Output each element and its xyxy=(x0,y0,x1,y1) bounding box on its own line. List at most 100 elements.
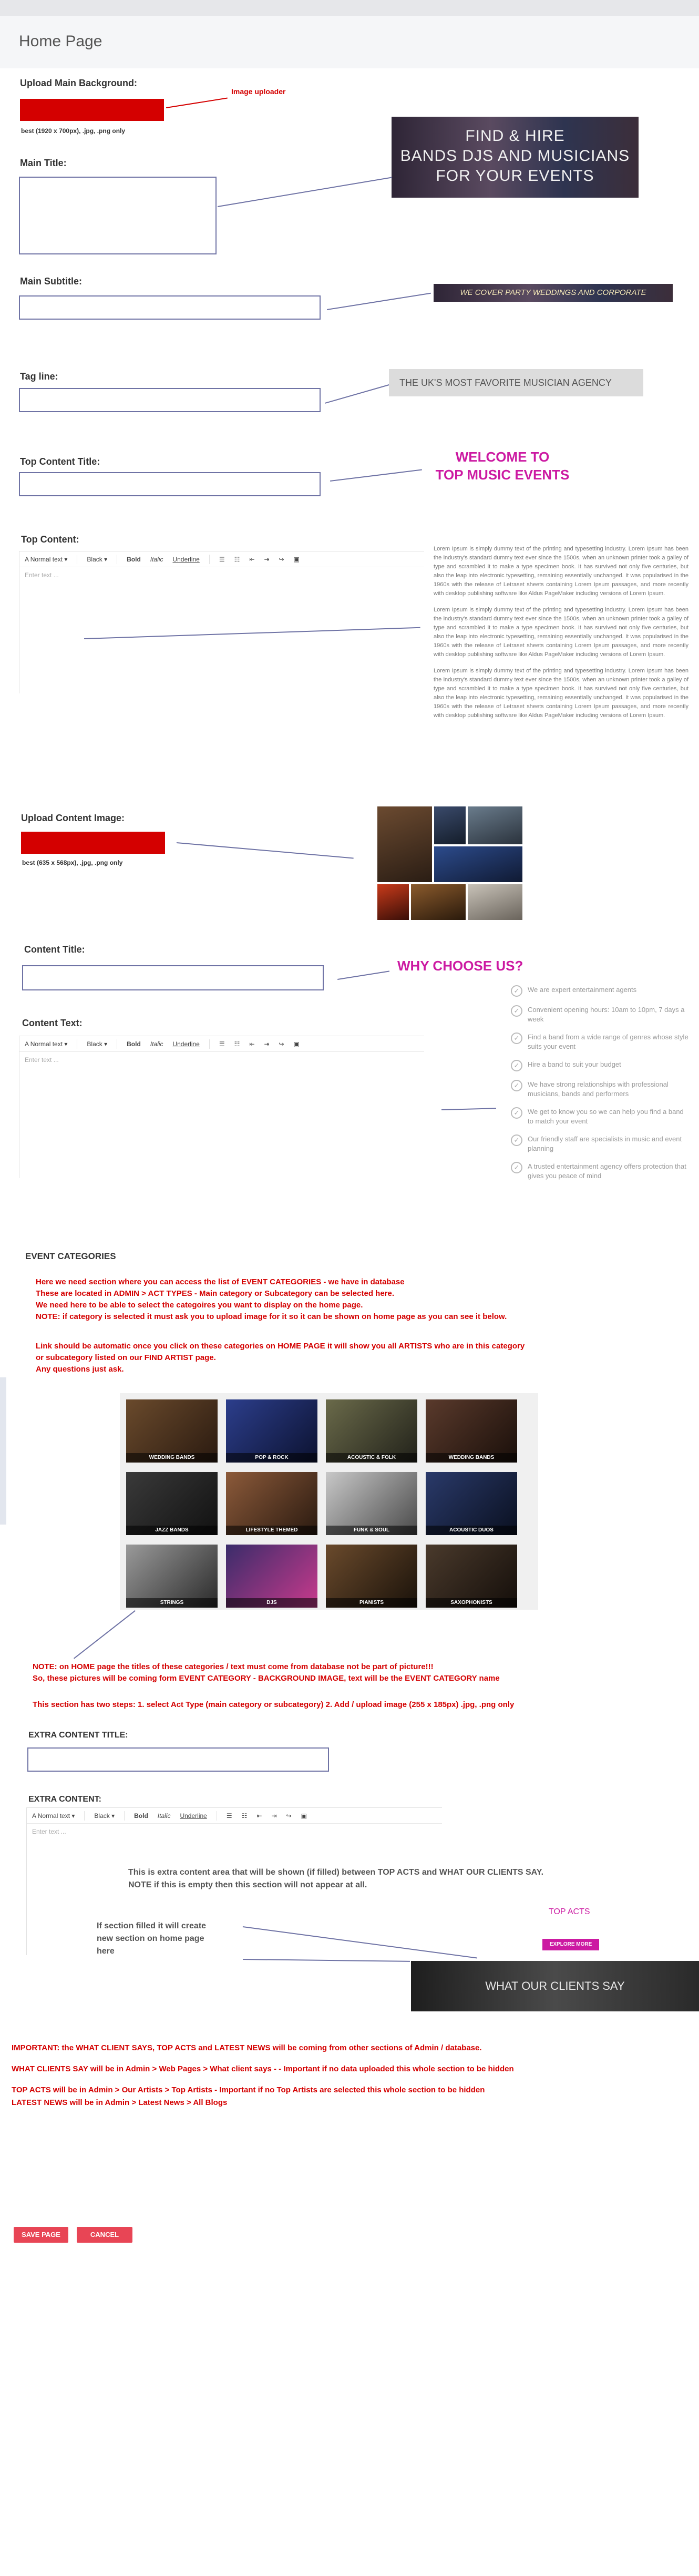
connector-line xyxy=(337,970,390,980)
note-line: IMPORTANT: the WHAT CLIENT SAYS, TOP ACT… xyxy=(12,2043,482,2052)
category-tile[interactable]: LIFESTYLE THEMED xyxy=(226,1472,317,1535)
underline-button[interactable]: Underline xyxy=(172,556,199,563)
connector-line xyxy=(218,177,392,207)
category-tile[interactable]: FUNK & SOUL xyxy=(326,1472,417,1535)
lorem-paragraph: Lorem Ipsum is simply dummy text of the … xyxy=(434,546,688,597)
link-icon[interactable]: ↪ xyxy=(286,1812,292,1819)
outdent-icon[interactable]: ⇤ xyxy=(249,556,254,563)
font-size-icon: A xyxy=(25,555,29,563)
main-subtitle-input[interactable] xyxy=(19,295,321,320)
connector-line xyxy=(242,1959,410,1962)
top-acts-preview: TOP ACTS xyxy=(549,1907,590,1916)
category-tile[interactable]: WEDDING BANDS xyxy=(126,1399,218,1463)
outdent-icon[interactable]: ⇤ xyxy=(256,1812,262,1819)
extra-content-label: EXTRA CONTENT: xyxy=(28,1795,101,1804)
link-icon[interactable]: ↪ xyxy=(279,1040,284,1048)
color-dropdown[interactable]: Black ▾ xyxy=(94,1812,115,1819)
note-line: We need here to be able to select the ca… xyxy=(36,1301,363,1310)
main-title-input[interactable] xyxy=(19,177,217,254)
bullet-list-icon[interactable]: ☰ xyxy=(227,1812,232,1819)
category-tile-label: POP & ROCK xyxy=(226,1453,317,1463)
check-icon: ✓ xyxy=(511,1005,522,1017)
bold-button[interactable]: Bold xyxy=(127,556,141,563)
check-icon: ✓ xyxy=(511,1080,522,1091)
color-dropdown[interactable]: Black ▾ xyxy=(87,556,107,563)
bold-button[interactable]: Bold xyxy=(134,1812,148,1819)
image-uploader-annotation: Image uploader xyxy=(231,87,286,96)
font-size-icon: A xyxy=(32,1812,36,1819)
category-tile[interactable]: ACOUSTIC & FOLK xyxy=(326,1399,417,1463)
content-text-label: Content Text: xyxy=(22,1018,83,1028)
category-tile[interactable]: POP & ROCK xyxy=(226,1399,317,1463)
underline-button[interactable]: Underline xyxy=(180,1812,207,1819)
image-icon[interactable]: ▣ xyxy=(294,556,300,563)
collage-photo xyxy=(434,806,466,844)
annotation-line xyxy=(166,97,228,108)
content-text-editor[interactable]: A Normal text ▾ Black ▾ Bold Italic Unde… xyxy=(19,1036,424,1178)
save-page-button[interactable]: SAVE PAGE xyxy=(14,2227,68,2243)
font-size-dropdown[interactable]: A Normal text ▾ xyxy=(32,1812,75,1819)
bold-button[interactable]: Bold xyxy=(127,1040,141,1048)
cancel-button[interactable]: CANCEL xyxy=(77,2227,132,2243)
numbered-list-icon[interactable]: ☷ xyxy=(242,1812,248,1819)
event-categories-link-notes: Link should be automatic once you click … xyxy=(36,1341,525,1375)
editor-toolbar: A Normal text ▾ Black ▾ Bold Italic Unde… xyxy=(19,551,424,567)
numbered-list-icon[interactable]: ☷ xyxy=(234,556,240,563)
category-tile[interactable]: JAZZ BANDS xyxy=(126,1472,218,1535)
explore-more-button[interactable]: EXPLORE MORE xyxy=(542,1939,599,1950)
content-image-collage xyxy=(377,806,525,922)
category-tile-label: DJS xyxy=(226,1598,317,1608)
link-icon[interactable]: ↪ xyxy=(279,556,284,563)
font-size-dropdown[interactable]: A Normal text ▾ xyxy=(25,1040,67,1048)
bullet-list-icon[interactable]: ☰ xyxy=(219,556,225,563)
italic-button[interactable]: Italic xyxy=(150,1040,163,1048)
bullet-list-icon[interactable]: ☰ xyxy=(219,1040,225,1048)
tag-line-input[interactable] xyxy=(19,388,321,412)
underline-button[interactable]: Underline xyxy=(172,1040,199,1048)
image-icon[interactable]: ▣ xyxy=(301,1812,307,1819)
indent-icon[interactable]: ⇥ xyxy=(264,556,269,563)
numbered-list-icon[interactable]: ☷ xyxy=(234,1040,240,1048)
extra-content-placeholder: Enter text ... xyxy=(32,1828,66,1835)
image-icon[interactable]: ▣ xyxy=(294,1040,300,1048)
top-content-title-preview: WELCOME TO TOP MUSIC EVENTS xyxy=(435,449,570,483)
note-line: NOTE: if category is selected it must as… xyxy=(36,1312,507,1321)
font-size-dropdown[interactable]: A Normal text ▾ xyxy=(25,556,67,563)
italic-button[interactable]: Italic xyxy=(158,1812,171,1819)
important-notes: IMPORTANT: the WHAT CLIENT SAYS, TOP ACT… xyxy=(12,2042,514,2109)
indent-icon[interactable]: ⇥ xyxy=(264,1040,269,1048)
italic-button[interactable]: Italic xyxy=(150,556,163,563)
indent-icon[interactable]: ⇥ xyxy=(271,1812,276,1819)
upload-background-label: Upload Main Background: xyxy=(20,78,138,88)
checklist-item: ✓ Convenient opening hours: 10am to 10pm,… xyxy=(511,1005,690,1024)
connector-line xyxy=(74,1610,136,1659)
top-content-title-input[interactable] xyxy=(19,472,321,496)
note-line: So, these pictures will be coming form E… xyxy=(33,1674,500,1683)
category-tile[interactable]: DJS xyxy=(226,1545,317,1608)
extra-content-title-input[interactable] xyxy=(27,1747,329,1772)
category-tile[interactable]: PIANISTS xyxy=(326,1545,417,1608)
content-title-input[interactable] xyxy=(22,965,324,990)
background-preview-image: FIND & HIRE BANDS DJS AND MUSICIANS FOR … xyxy=(392,117,639,198)
check-icon: ✓ xyxy=(511,1060,522,1071)
category-tile[interactable]: SAXOPHONISTS xyxy=(426,1545,517,1608)
category-tile[interactable]: WEDDING BANDS xyxy=(426,1399,517,1463)
connector-line xyxy=(176,842,354,859)
category-tile[interactable]: ACOUSTIC DUOS xyxy=(426,1472,517,1535)
collage-photo xyxy=(377,884,409,920)
color-dropdown[interactable]: Black ▾ xyxy=(87,1040,107,1048)
clients-say-banner: WHAT OUR CLIENTS SAY xyxy=(411,1961,699,2011)
category-tile-label: LIFESTYLE THEMED xyxy=(226,1526,317,1535)
category-tile-label: SAXOPHONISTS xyxy=(426,1598,517,1608)
extra-content-note: This is extra content area that will be … xyxy=(128,1868,544,1889)
upload-content-image-button[interactable] xyxy=(21,832,165,854)
category-image-notes: NOTE: on HOME page the titles of these c… xyxy=(33,1661,500,1684)
category-tile[interactable]: STRINGS xyxy=(126,1545,218,1608)
check-icon: ✓ xyxy=(511,1134,522,1146)
check-icon: ✓ xyxy=(511,1107,522,1119)
top-content-editor[interactable]: A Normal text ▾ Black ▾ Bold Italic Unde… xyxy=(19,551,424,693)
top-content-label: Top Content: xyxy=(21,534,79,545)
upload-background-hint: best (1920 x 700px), .jpg, .png only xyxy=(21,127,126,135)
outdent-icon[interactable]: ⇤ xyxy=(249,1040,254,1048)
upload-background-button[interactable] xyxy=(20,99,164,121)
